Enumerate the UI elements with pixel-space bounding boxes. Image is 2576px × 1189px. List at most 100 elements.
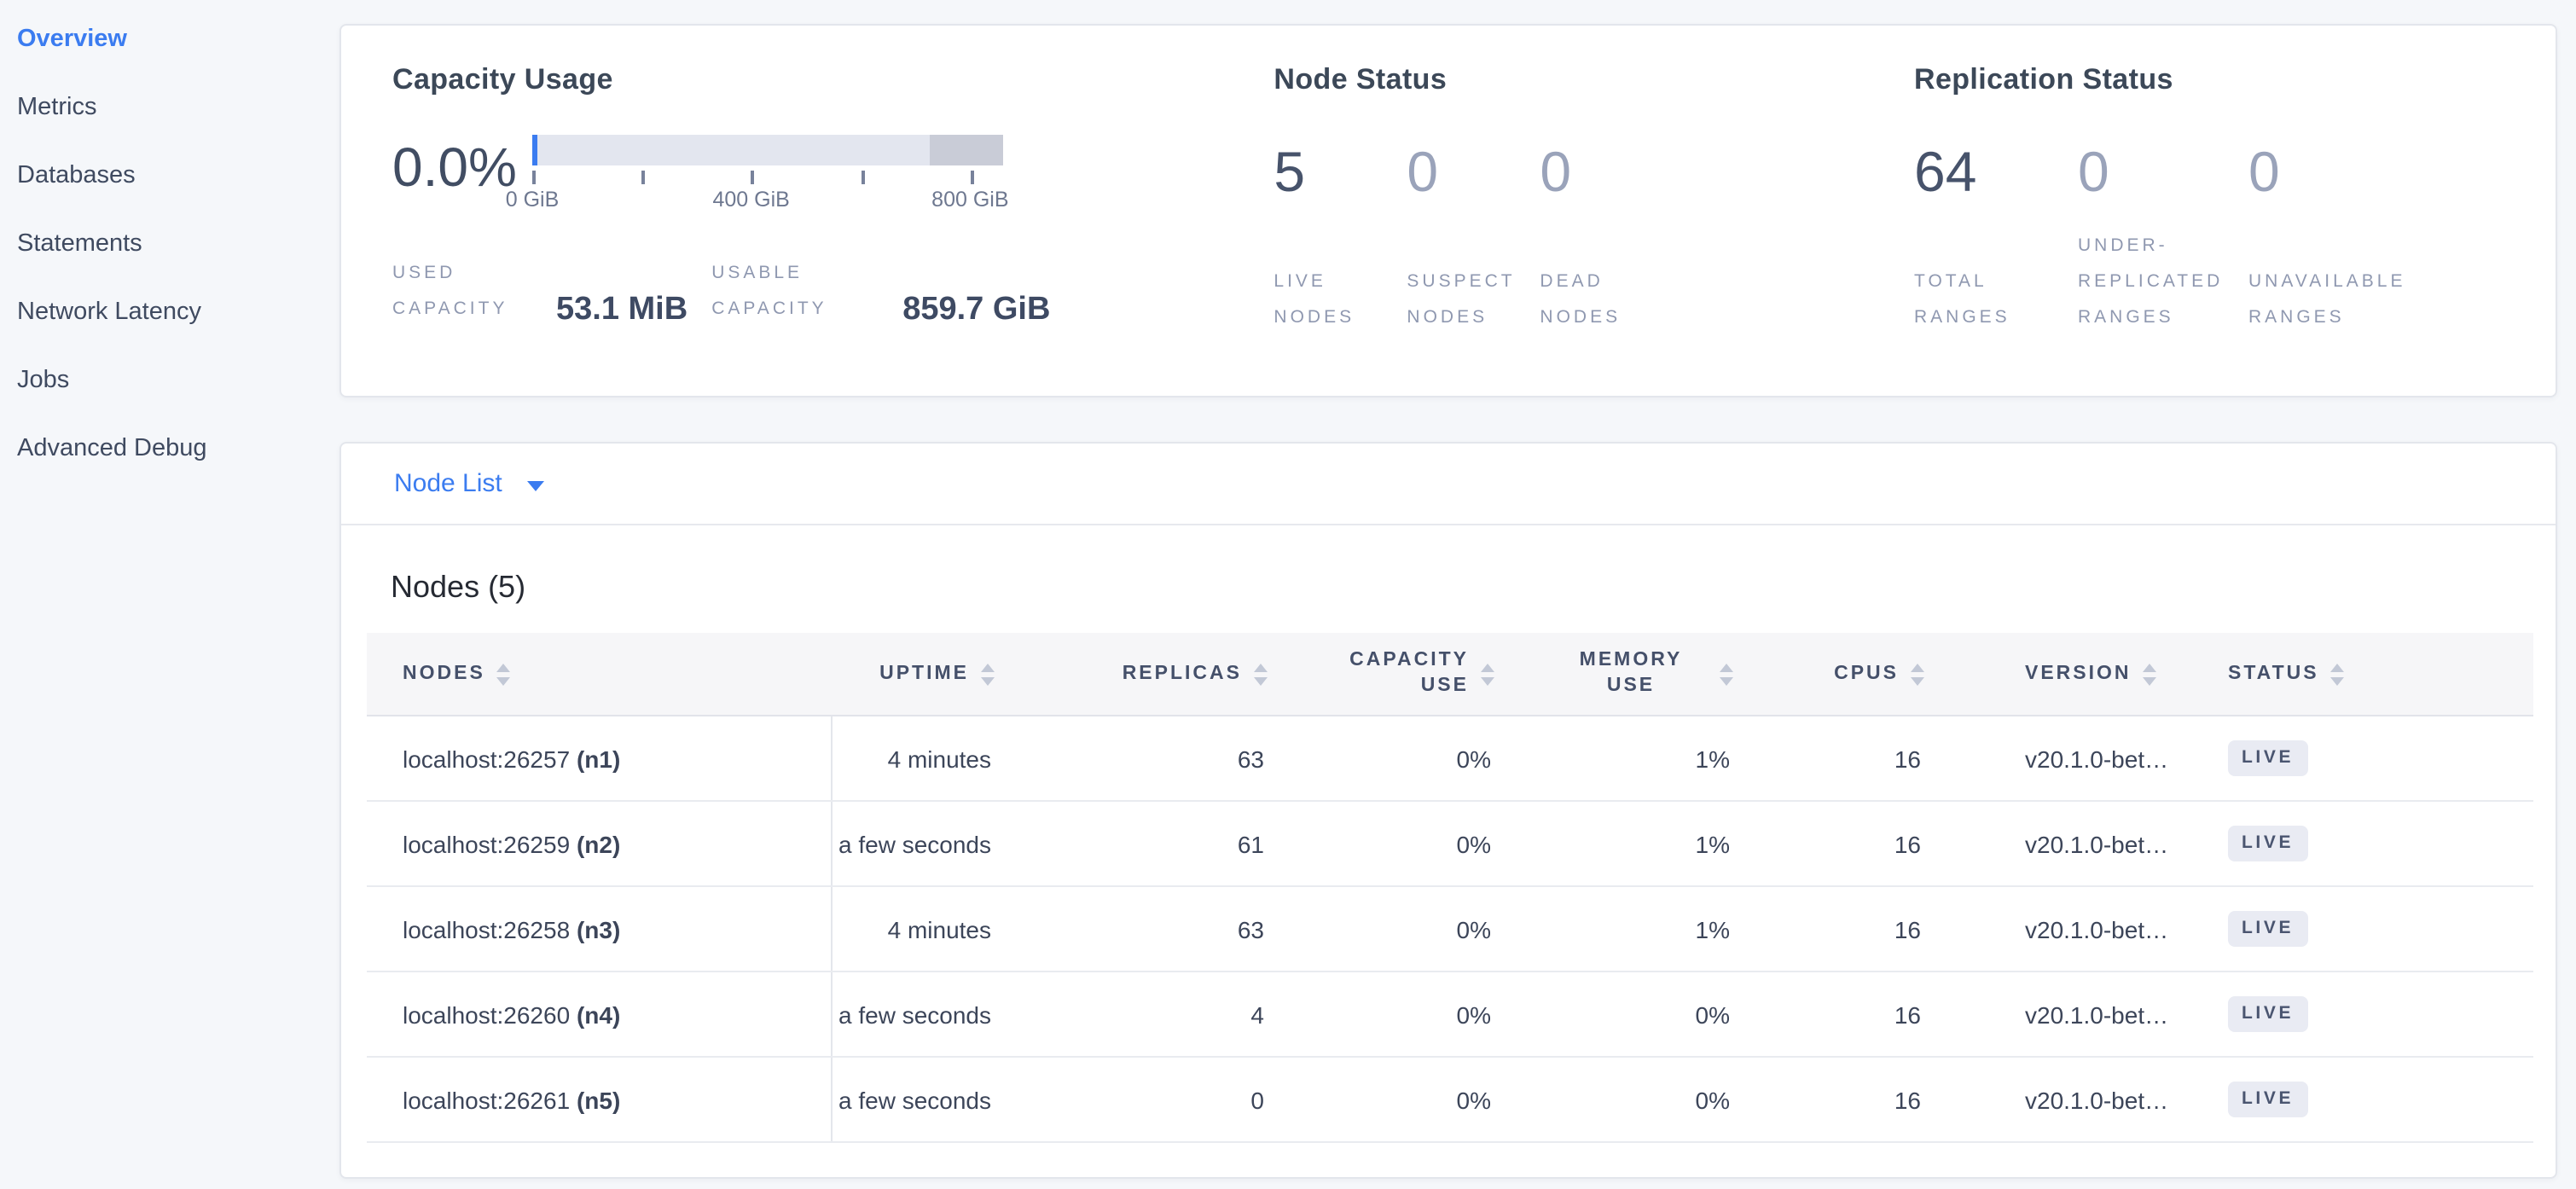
chevron-down-icon	[528, 480, 545, 490]
cell-address: localhost:26260 (n4)	[367, 972, 831, 1057]
axis-tick	[641, 171, 645, 184]
stat-label: USED CAPACITY	[392, 256, 556, 328]
node-status-label-suspect-nodes: SUSPECT NODES	[1407, 264, 1540, 336]
node-id: (n4)	[577, 1000, 620, 1028]
column-label: NODES	[403, 661, 485, 687]
column-header-memory-use[interactable]: MEMORY USE	[1518, 633, 1757, 716]
sort-icon	[497, 663, 511, 685]
node-address: localhost:26258	[403, 915, 570, 942]
node-address: localhost:26261	[403, 1086, 570, 1113]
cell-status: LIVE	[2180, 972, 2533, 1057]
sort-icon	[981, 663, 995, 685]
cell-status: LIVE	[2180, 801, 2533, 886]
status-badge: LIVE	[2228, 740, 2307, 776]
stat-value: 859.7 GiB	[902, 292, 1050, 328]
status-badge: LIVE	[2228, 1082, 2307, 1117]
node-id: (n2)	[577, 830, 620, 857]
cell-version: v20.1.0-bet…	[1948, 886, 2180, 972]
main-content: Capacity Usage 0.0% 0 GiB400 GiB800 GiB …	[339, 0, 2557, 1179]
capacity-bar-reserved-segment	[930, 135, 1003, 165]
cell-capacity-use: 0%	[1291, 1057, 1518, 1142]
axis-tick-label: 400 GiB	[712, 188, 789, 212]
sort-icon	[1720, 663, 1733, 685]
capacity-bar-track	[532, 135, 1003, 165]
table-row-node-4[interactable]: localhost:26260 (n4)a few seconds40%0%16…	[367, 972, 2533, 1057]
table-row-node-3[interactable]: localhost:26258 (n3)4 minutes630%1%16v20…	[367, 886, 2533, 972]
sidebar-item-jobs[interactable]: Jobs	[0, 355, 339, 423]
capacity-bar-chart: 0 GiB400 GiB800 GiB	[532, 135, 1003, 220]
cell-replicas: 0	[1018, 1057, 1291, 1142]
cell-uptime: 4 minutes	[831, 716, 1018, 801]
table-row-node-1[interactable]: localhost:26257 (n1)4 minutes630%1%16v20…	[367, 716, 2533, 801]
table-row-node-5[interactable]: localhost:26261 (n5)a few seconds00%0%16…	[367, 1057, 2533, 1142]
column-header-uptime[interactable]: UPTIME	[831, 633, 1018, 716]
replication-status-value-under-replicated-ranges: 0	[2078, 138, 2248, 206]
replication-status-label-total-ranges: TOTAL RANGES	[1914, 264, 2078, 336]
cell-replicas: 63	[1018, 716, 1291, 801]
sort-icon	[2331, 663, 2345, 685]
column-header-capacity-use[interactable]: CAPACITY USE	[1291, 633, 1518, 716]
cell-cpus: 16	[1757, 972, 1948, 1057]
replication-status-label-under-replicated-ranges: UNDER-REPLICATED RANGES	[2078, 229, 2248, 336]
column-label: CPUS	[1834, 661, 1899, 687]
sidebar-nav: OverviewMetricsDatabasesStatementsNetwor…	[0, 14, 339, 491]
cell-address: localhost:26261 (n5)	[367, 1057, 831, 1142]
cell-capacity-use: 0%	[1291, 972, 1518, 1057]
replication-status-title: Replication Status	[1914, 63, 2504, 97]
cell-version: v20.1.0-bet…	[1948, 972, 2180, 1057]
sidebar-item-advanced-debug[interactable]: Advanced Debug	[0, 423, 339, 491]
sort-icon	[1254, 663, 1268, 685]
node-list-dropdown[interactable]: Node List	[394, 469, 545, 498]
column-header-cpus[interactable]: CPUS	[1757, 633, 1948, 716]
cell-uptime: a few seconds	[831, 972, 1018, 1057]
sidebar-item-metrics[interactable]: Metrics	[0, 82, 339, 150]
cell-address: localhost:26259 (n2)	[367, 801, 831, 886]
node-status-value-suspect-nodes: 0	[1407, 138, 1540, 206]
nodes-table-header-row: NODES UPTIMEREPLICAS CAPACITY USE MEMORY US…	[367, 633, 2533, 716]
capacity-usage-section: Capacity Usage 0.0% 0 GiB400 GiB800 GiB …	[392, 26, 1273, 396]
cell-address: localhost:26257 (n1)	[367, 716, 831, 801]
cell-status: LIVE	[2180, 886, 2533, 972]
capacity-stat-used-capacity: USED CAPACITY53.1 MiB	[392, 256, 688, 328]
view-selector-row: Node List	[341, 444, 2556, 525]
sidebar-item-overview[interactable]: Overview	[0, 14, 339, 82]
sidebar-item-statements[interactable]: Statements	[0, 218, 339, 287]
nodes-table-container: Nodes (5) NODES UPTIMEREPLICAS CAPACITY US…	[341, 570, 2556, 1143]
axis-tick	[970, 171, 973, 184]
column-header-version[interactable]: VERSION	[1948, 633, 2180, 716]
cell-cpus: 16	[1757, 1057, 1948, 1142]
node-status-value-dead-nodes: 0	[1540, 138, 1673, 206]
sidebar-item-network-latency[interactable]: Network Latency	[0, 287, 339, 355]
capacity-stats: USED CAPACITY53.1 MiB USABLE CAPACITY859.…	[392, 256, 1273, 328]
column-header-nodes[interactable]: NODES	[367, 633, 831, 716]
node-status-value-live-nodes: 5	[1273, 138, 1407, 206]
column-header-replicas[interactable]: REPLICAS	[1018, 633, 1291, 716]
cell-memory-use: 1%	[1518, 886, 1757, 972]
node-list-card: Node List Nodes (5) NODES UPTIMEREPLICAS C…	[339, 442, 2557, 1179]
cell-cpus: 16	[1757, 716, 1948, 801]
node-status-labels: LIVE NODESSUSPECT NODESDEAD NODES	[1273, 227, 1914, 336]
column-label: CAPACITY USE	[1332, 648, 1469, 699]
cell-address: localhost:26258 (n3)	[367, 886, 831, 972]
stat-label: USABLE CAPACITY	[711, 256, 902, 328]
sort-icon	[2144, 663, 2157, 685]
table-row-node-2[interactable]: localhost:26259 (n2)a few seconds610%1%1…	[367, 801, 2533, 886]
node-status-section: Node Status 500 LIVE NODESSUSPECT NODESD…	[1273, 26, 1914, 396]
status-badge: LIVE	[2228, 826, 2307, 861]
replication-status-section: Replication Status 6400 TOTAL RANGESUNDE…	[1914, 26, 2504, 396]
sidebar: OverviewMetricsDatabasesStatementsNetwor…	[0, 0, 339, 1189]
column-header-status[interactable]: STATUS	[2180, 633, 2533, 716]
axis-tick-label: 800 GiB	[931, 188, 1008, 212]
sort-icon	[1481, 663, 1494, 685]
cell-replicas: 61	[1018, 801, 1291, 886]
node-status-label-live-nodes: LIVE NODES	[1273, 264, 1407, 336]
status-badge: LIVE	[2228, 996, 2307, 1032]
cell-status: LIVE	[2180, 1057, 2533, 1142]
nodes-table-head: NODES UPTIMEREPLICAS CAPACITY USE MEMORY US…	[367, 633, 2533, 716]
db-console-page: OverviewMetricsDatabasesStatementsNetwor…	[0, 0, 2576, 1189]
sidebar-item-databases[interactable]: Databases	[0, 150, 339, 218]
cell-version: v20.1.0-bet…	[1948, 1057, 2180, 1142]
node-status-title: Node Status	[1273, 63, 1914, 97]
nodes-heading: Nodes (5)	[391, 570, 2530, 606]
node-id: (n3)	[577, 915, 620, 942]
